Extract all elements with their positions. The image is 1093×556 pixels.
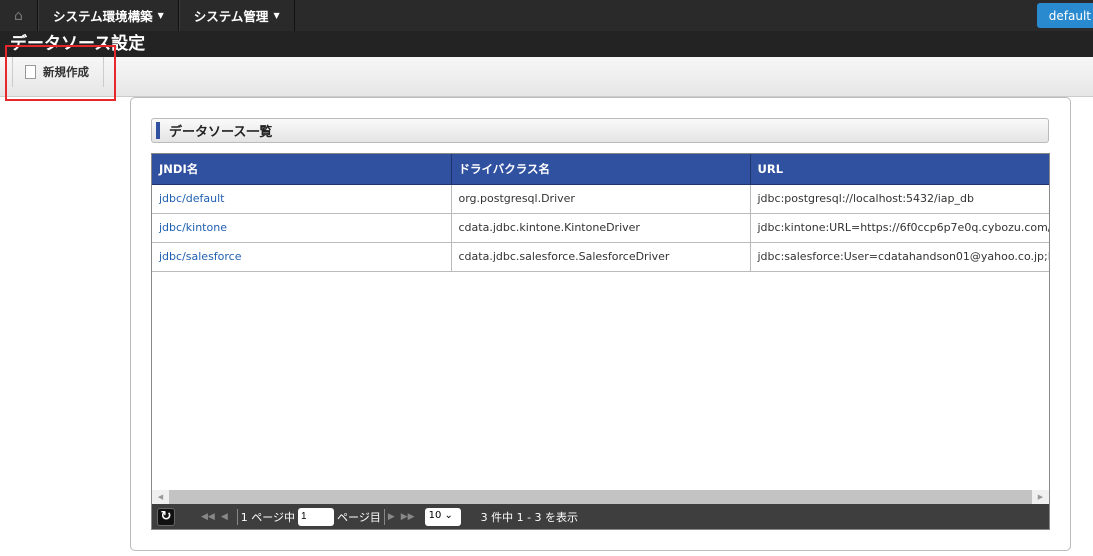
user-button[interactable]: default bbox=[1036, 3, 1093, 28]
column-header-url[interactable]: URL bbox=[750, 154, 1049, 185]
section-header: データソース一覧 bbox=[151, 118, 1049, 143]
page-size-value: 10 bbox=[428, 509, 442, 521]
page-size-select[interactable]: 10 ⌄ bbox=[424, 507, 461, 526]
section-accent bbox=[156, 122, 160, 139]
top-navigation: ⌂ システム環境構築 ▼ システム管理 ▼ default bbox=[0, 0, 1093, 31]
prev-page-icon[interactable]: ◀ bbox=[221, 512, 228, 522]
table-row: jdbc/salesforce cdata.jdbc.salesforce.Sal… bbox=[152, 242, 1049, 272]
scroll-right-icon[interactable]: ▶ bbox=[1032, 490, 1049, 504]
caret-down-icon: ▼ bbox=[273, 11, 280, 20]
url-cell: jdbc:kintone:URL=https://6f0ccp6p7e0q.cy… bbox=[750, 213, 1049, 243]
horizontal-scrollbar[interactable]: ◀ ▶ bbox=[152, 490, 1049, 504]
home-icon[interactable]: ⌂ bbox=[0, 0, 38, 31]
record-summary: 3 件中 1 - 3 を表示 bbox=[480, 510, 579, 524]
column-header-driver[interactable]: ドライバクラス名 bbox=[451, 154, 751, 185]
menu-label: システム管理 bbox=[193, 9, 269, 24]
next-page-icon[interactable]: ▶ bbox=[388, 512, 395, 522]
jndi-link[interactable]: jdbc/kintone bbox=[159, 221, 227, 234]
highlight-box bbox=[5, 45, 116, 101]
chevron-down-icon: ⌄ bbox=[444, 509, 453, 521]
first-page-icon[interactable]: ◀◀ bbox=[201, 512, 215, 522]
driver-cell: cdata.jdbc.kintone.KintoneDriver bbox=[451, 213, 751, 243]
title-bar bbox=[0, 31, 1093, 57]
menu-system-setup[interactable]: システム環境構築 ▼ bbox=[38, 0, 179, 31]
url-cell: jdbc:postgresql://localhost:5432/iap_db bbox=[750, 184, 1049, 214]
table-row: jdbc/kintone cdata.jdbc.kintone.KintoneDr… bbox=[152, 213, 1049, 243]
url-cell: jdbc:salesforce:User=cdatahandson01@yaho… bbox=[750, 242, 1049, 272]
section-title: データソース一覧 bbox=[169, 125, 273, 140]
reload-icon[interactable]: ↻ bbox=[157, 507, 175, 526]
menu-system-admin[interactable]: システム管理 ▼ bbox=[178, 0, 295, 31]
jndi-link[interactable]: jdbc/default bbox=[159, 192, 224, 205]
divider bbox=[383, 508, 385, 525]
divider bbox=[236, 508, 238, 525]
pager: ↻ ◀◀ ◀ 1 ページ中 ページ目 ▶ ▶▶ 10 ⌄ 3 件中 1 - 3 … bbox=[152, 504, 1049, 529]
table-row: jdbc/default org.postgresql.Driver jdbc:po… bbox=[152, 184, 1049, 214]
jndi-link[interactable]: jdbc/salesforce bbox=[159, 250, 242, 263]
page-input[interactable] bbox=[298, 507, 335, 526]
driver-cell: org.postgresql.Driver bbox=[451, 184, 751, 214]
scroll-left-icon[interactable]: ◀ bbox=[152, 490, 169, 504]
datasource-grid: JNDI名 ドライバクラス名 URL jdbc/default org.postg… bbox=[151, 153, 1050, 530]
page-suffix: ページ目 bbox=[337, 510, 381, 524]
page-prefix: 1 ページ中 bbox=[240, 510, 296, 524]
caret-down-icon: ▼ bbox=[157, 11, 164, 20]
last-page-icon[interactable]: ▶▶ bbox=[401, 512, 415, 522]
column-header-jndi[interactable]: JNDI名 bbox=[152, 154, 452, 185]
driver-cell: cdata.jdbc.salesforce.SalesforceDriver bbox=[451, 242, 751, 272]
toolbar: 新規作成 bbox=[0, 57, 1093, 97]
menu-label: システム環境構築 bbox=[53, 9, 153, 24]
